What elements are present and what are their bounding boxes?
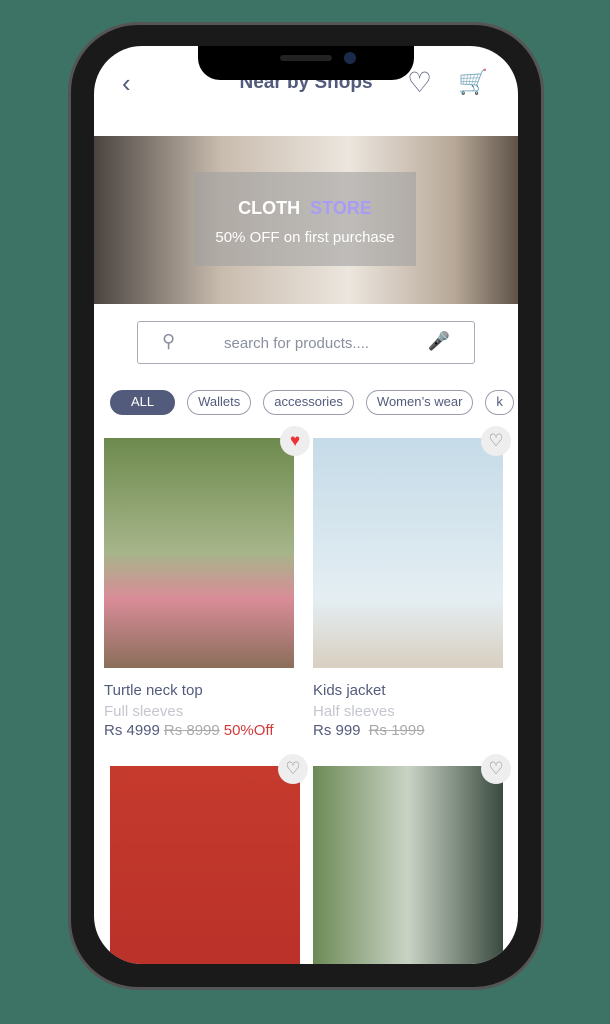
heart-icon[interactable]: ♡ <box>407 66 432 99</box>
cart-icon[interactable]: 🛒 <box>458 68 488 97</box>
category-chips: ALL Wallets accessories Women’s wear k <box>110 390 518 415</box>
banner-title: CLOTH <box>238 198 301 218</box>
heart-outline-icon[interactable]: ♡ <box>481 754 511 784</box>
notch <box>198 46 414 80</box>
microphone-icon[interactable]: 🎤 <box>428 331 450 352</box>
product-image <box>313 766 503 964</box>
screen: ‹ Near by Shops ♡ 🛒 CLOTH STORE 50% OFF … <box>94 46 518 964</box>
discount: 50%Off <box>223 722 274 739</box>
product-image <box>104 438 294 668</box>
price: Rs 4999 <box>104 722 160 739</box>
old-price: Rs 8999 <box>163 722 220 739</box>
heart-outline-icon[interactable]: ♡ <box>481 426 511 456</box>
price: Rs 999 <box>313 722 361 739</box>
banner-subtitle: 50% OFF on first purchase <box>215 229 395 246</box>
product-name: Kids jacket <box>313 682 386 699</box>
product-card[interactable]: ♡ <box>313 754 511 964</box>
banner-overlay: CLOTH STORE 50% OFF on first purchase <box>194 172 416 266</box>
camera <box>344 52 356 64</box>
search-icon[interactable]: ⚲ <box>162 331 175 352</box>
heart-outline-icon[interactable]: ♡ <box>278 754 308 784</box>
product-image <box>110 766 300 964</box>
heart-filled-icon[interactable]: ♥ <box>280 426 310 456</box>
old-price: Rs 1999 <box>368 722 425 739</box>
product-card[interactable]: ♥ Turtle neck top Full sleeves Rs 4999 Rs… <box>104 426 310 739</box>
chip-all[interactable]: ALL <box>110 390 176 415</box>
chip-accessories[interactable]: accessories <box>263 390 354 415</box>
chip-wallets[interactable]: Wallets <box>187 390 252 415</box>
product-card[interactable]: ♡ <box>110 754 308 964</box>
banner-title-accent: STORE <box>310 198 372 218</box>
search-input[interactable]: ⚲ search for products.... 🎤 <box>137 321 475 364</box>
product-image <box>313 438 503 668</box>
product-name: Turtle neck top <box>104 682 203 699</box>
product-desc: Full sleeves <box>104 703 184 720</box>
product-card[interactable]: ♡ Kids jacket Half sleeves Rs 999 Rs 199… <box>313 426 511 739</box>
chip-womens-wear[interactable]: Women’s wear <box>365 390 474 415</box>
chip-more[interactable]: k <box>485 390 514 415</box>
product-desc: Half sleeves <box>313 703 395 720</box>
search-placeholder: search for products.... <box>224 335 370 352</box>
store-banner[interactable]: CLOTH STORE 50% OFF on first purchase <box>94 136 518 304</box>
